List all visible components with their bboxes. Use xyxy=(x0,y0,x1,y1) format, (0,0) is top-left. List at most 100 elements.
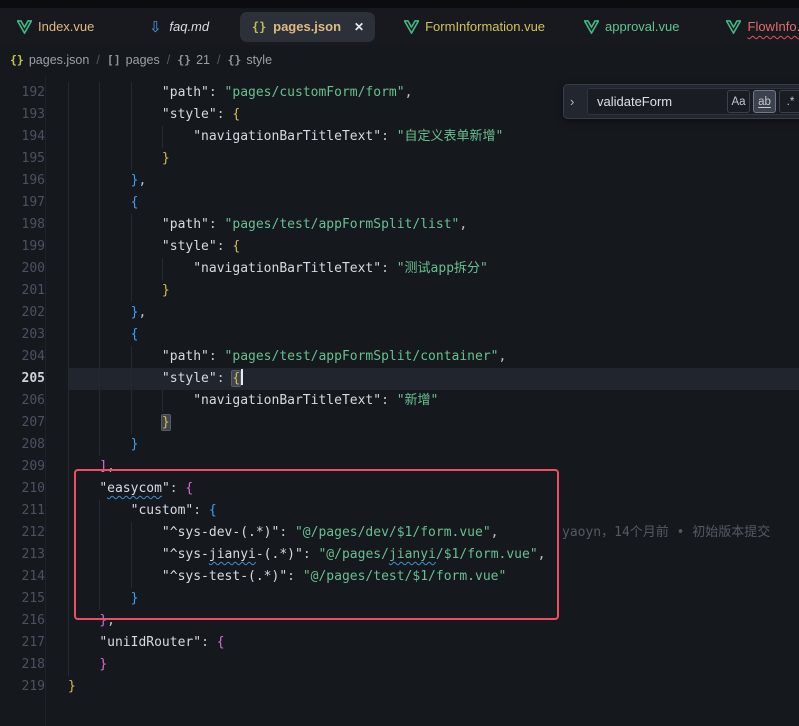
token: : xyxy=(217,371,233,386)
code-line[interactable]: 210 "easycom": { xyxy=(0,478,799,500)
markdown-icon: ⇩ xyxy=(147,19,163,35)
code-line[interactable]: 194 "navigationBarTitleText": "自定义表单新增" xyxy=(0,126,799,148)
code-line[interactable]: 197 { xyxy=(0,192,799,214)
code-line[interactable]: 204 "path": "pages/test/appFormSplit/con… xyxy=(0,346,799,368)
token: "自定义表单新增" xyxy=(397,129,504,144)
indent-guide xyxy=(162,258,163,280)
token: : xyxy=(193,503,209,518)
code-line[interactable]: 213 "^sys-jianyi-(.*)": "@/pages/jianyi/… xyxy=(0,544,799,566)
breadcrumb-item-21[interactable]: {}21 xyxy=(177,53,210,67)
code-line[interactable]: 219} xyxy=(0,676,799,698)
token: "style" xyxy=(162,371,217,386)
code-line[interactable]: 218 } xyxy=(0,654,799,676)
line-gutter: 206 xyxy=(0,390,68,412)
line-gutter: 193 xyxy=(0,104,68,126)
window-top-strip xyxy=(0,0,799,8)
token: } xyxy=(68,679,76,694)
whole-word-button[interactable]: ab xyxy=(753,90,776,113)
breadcrumb-item-pages[interactable]: []pages xyxy=(107,53,160,67)
code-line[interactable]: 215 } xyxy=(0,588,799,610)
token: jianyi xyxy=(209,547,256,562)
line-gutter: 202 xyxy=(0,302,68,324)
code-text: "uniIdRouter": { xyxy=(68,632,799,654)
indent-guide xyxy=(68,82,69,104)
indent-guide xyxy=(131,566,132,588)
code-text: "custom": { xyxy=(68,500,799,522)
line-number: 198 xyxy=(0,214,45,236)
code-editor[interactable]: 192 "path": "pages/customForm/form",193 … xyxy=(0,75,799,726)
indent-guide xyxy=(68,500,69,522)
line-gutter: 205 xyxy=(0,368,68,390)
code-line[interactable]: 206 "navigationBarTitleText": "新增" xyxy=(0,390,799,412)
tab-pages-json[interactable]: {} pages.json ✕ xyxy=(240,12,375,42)
tab-flowinfo-vu[interactable]: FlowInfo.vu xyxy=(722,12,799,42)
code-line[interactable]: 216 }, xyxy=(0,610,799,632)
code-line[interactable]: 211 "custom": { xyxy=(0,500,799,522)
line-number: 212 xyxy=(0,522,45,544)
indent-guide xyxy=(68,126,69,148)
code-text: "style": { xyxy=(68,236,799,258)
match-case-button[interactable]: Aa xyxy=(727,90,750,113)
token: "path" xyxy=(162,217,209,232)
token: /$1/form.vue" xyxy=(436,547,538,562)
find-expand-chevron[interactable]: › xyxy=(570,94,583,109)
breadcrumb-item-pages-json[interactable]: {}pages.json xyxy=(10,53,89,67)
token: easycom xyxy=(107,481,162,496)
code-line[interactable]: 209 ], xyxy=(0,456,799,478)
code-line[interactable]: 201 } xyxy=(0,280,799,302)
tab-index-vue[interactable]: Index.vue xyxy=(12,12,98,42)
code-line[interactable]: 205 "style": { xyxy=(0,368,799,390)
code-text: } xyxy=(68,434,799,456)
code-text: }, xyxy=(68,302,799,324)
tab-label: pages.json xyxy=(273,19,341,34)
breadcrumb-item-style[interactable]: {}style xyxy=(227,53,272,67)
token: "custom" xyxy=(131,503,194,518)
json-icon: {} xyxy=(251,19,267,35)
tab-faq-md[interactable]: ⇩faq.md xyxy=(143,12,213,42)
line-number: 204 xyxy=(0,346,45,368)
tab-forminformation-vue[interactable]: FormInformation.vue xyxy=(399,12,549,42)
code-line[interactable]: 203 { xyxy=(0,324,799,346)
token: "path" xyxy=(162,85,209,100)
breadcrumb-label: style xyxy=(246,53,272,67)
indent-guide xyxy=(68,368,69,390)
token: "@/pages/ xyxy=(318,547,388,562)
code-line[interactable]: 217 "uniIdRouter": { xyxy=(0,632,799,654)
indent-guide xyxy=(99,346,100,368)
code-line[interactable]: 207 } xyxy=(0,412,799,434)
find-input[interactable]: validateForm Aa ab .* xyxy=(587,88,799,115)
indent-guide xyxy=(68,412,69,434)
breadcrumb: {}pages.json/[]pages/{}21/{}style xyxy=(0,45,799,75)
line-number: 192 xyxy=(0,82,45,104)
code-line[interactable]: 195 } xyxy=(0,148,799,170)
token: } xyxy=(131,437,139,452)
tab-close-icon[interactable]: ✕ xyxy=(354,20,364,34)
line-number: 216 xyxy=(0,610,45,632)
indent-guide xyxy=(68,302,69,324)
line-number: 194 xyxy=(0,126,45,148)
code-text: "navigationBarTitleText": "测试app拆分" xyxy=(68,258,799,280)
object-icon: {} xyxy=(177,53,191,67)
indent-guide xyxy=(131,544,132,566)
indent-guide xyxy=(68,610,69,632)
indent-guide xyxy=(68,544,69,566)
code-line[interactable]: 208 } xyxy=(0,434,799,456)
find-query-text[interactable]: validateForm xyxy=(597,94,724,109)
code-line[interactable]: 202 }, xyxy=(0,302,799,324)
code-line[interactable]: 199 "style": { xyxy=(0,236,799,258)
token: { xyxy=(131,327,139,342)
token: : xyxy=(217,239,233,254)
indent-guide xyxy=(131,214,132,236)
code-line[interactable]: 198 "path": "pages/test/appFormSplit/lis… xyxy=(0,214,799,236)
code-line[interactable]: 200 "navigationBarTitleText": "测试app拆分" xyxy=(0,258,799,280)
token: , xyxy=(107,459,115,474)
line-gutter: 203 xyxy=(0,324,68,346)
code-line[interactable]: 214 "^sys-test-(.*)": "@/pages/test/$1/f… xyxy=(0,566,799,588)
code-text: "navigationBarTitleText": "自定义表单新增" xyxy=(68,126,799,148)
line-gutter: 211 xyxy=(0,500,68,522)
tab-approval-vue[interactable]: approval.vue xyxy=(579,12,683,42)
token: : xyxy=(170,481,186,496)
regex-button[interactable]: .* xyxy=(779,90,799,113)
code-line[interactable]: 196 }, xyxy=(0,170,799,192)
token: } xyxy=(162,415,170,430)
